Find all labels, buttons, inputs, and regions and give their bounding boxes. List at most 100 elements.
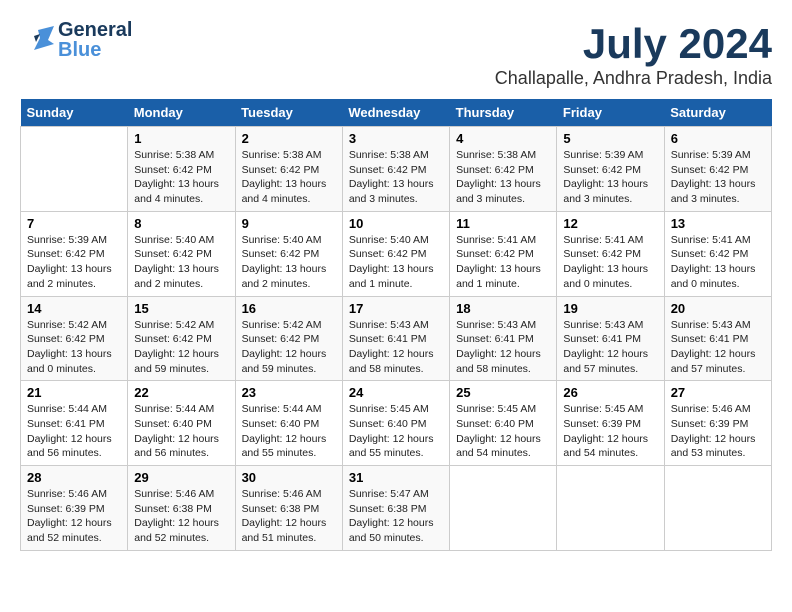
logo: General Blue [20, 20, 132, 60]
location-subtitle: Challapalle, Andhra Pradesh, India [495, 68, 772, 89]
day-number: 21 [27, 385, 121, 400]
day-number: 18 [456, 301, 550, 316]
cell-content: Sunrise: 5:46 AMSunset: 6:39 PMDaylight:… [671, 402, 765, 461]
day-number: 16 [242, 301, 336, 316]
col-header-tuesday: Tuesday [235, 99, 342, 127]
header-row: SundayMondayTuesdayWednesdayThursdayFrid… [21, 99, 772, 127]
col-header-monday: Monday [128, 99, 235, 127]
cell-content: Sunrise: 5:38 AMSunset: 6:42 PMDaylight:… [349, 148, 443, 207]
calendar-cell: 13 Sunrise: 5:41 AMSunset: 6:42 PMDayligh… [664, 211, 771, 296]
calendar-cell: 24 Sunrise: 5:45 AMSunset: 6:40 PMDayligh… [342, 381, 449, 466]
cell-content: Sunrise: 5:45 AMSunset: 6:40 PMDaylight:… [349, 402, 443, 461]
cell-content: Sunrise: 5:39 AMSunset: 6:42 PMDaylight:… [563, 148, 657, 207]
cell-content: Sunrise: 5:38 AMSunset: 6:42 PMDaylight:… [242, 148, 336, 207]
calendar-cell: 23Sunrise: 5:44 AMSunset: 6:40 PMDayligh… [235, 381, 342, 466]
cell-content: Sunrise: 5:38 AMSunset: 6:42 PMDaylight:… [456, 148, 550, 207]
calendar-cell [450, 466, 557, 551]
page-header: General Blue July 2024 Challapalle, Andh… [20, 20, 772, 89]
day-number: 7 [27, 216, 121, 231]
col-header-thursday: Thursday [450, 99, 557, 127]
calendar-cell: 1 Sunrise: 5:38 AMSunset: 6:42 PMDaylight… [128, 127, 235, 212]
day-number: 2 [242, 131, 336, 146]
col-header-saturday: Saturday [664, 99, 771, 127]
calendar-cell: 6 Sunrise: 5:39 AMSunset: 6:42 PMDaylight… [664, 127, 771, 212]
logo-blue: Blue [58, 40, 132, 60]
cell-content: Sunrise: 5:41 AMSunset: 6:42 PMDaylight:… [563, 233, 657, 292]
day-number: 30 [242, 470, 336, 485]
logo-icon [20, 26, 54, 54]
day-number: 1 [134, 131, 228, 146]
week-row-4: 21 Sunrise: 5:44 AMSunset: 6:41 PMDayligh… [21, 381, 772, 466]
calendar-cell: 18 Sunrise: 5:43 AMSunset: 6:41 PMDayligh… [450, 296, 557, 381]
calendar-cell: 31Sunrise: 5:47 AMSunset: 6:38 PMDayligh… [342, 466, 449, 551]
cell-content: Sunrise: 5:42 AMSunset: 6:42 PMDaylight:… [27, 318, 121, 377]
cell-content: Sunrise: 5:45 AMSunset: 6:40 PMDaylight:… [456, 402, 550, 461]
day-number: 8 [134, 216, 228, 231]
calendar-cell: 28 Sunrise: 5:46 AMSunset: 6:39 PMDayligh… [21, 466, 128, 551]
day-number: 27 [671, 385, 765, 400]
calendar-cell: 25 Sunrise: 5:45 AMSunset: 6:40 PMDayligh… [450, 381, 557, 466]
calendar-cell: 3 Sunrise: 5:38 AMSunset: 6:42 PMDaylight… [342, 127, 449, 212]
week-row-2: 7 Sunrise: 5:39 AMSunset: 6:42 PMDaylight… [21, 211, 772, 296]
day-number: 6 [671, 131, 765, 146]
calendar-cell: 26 Sunrise: 5:45 AMSunset: 6:39 PMDayligh… [557, 381, 664, 466]
calendar-cell: 30 Sunrise: 5:46 AMSunset: 6:38 PMDayligh… [235, 466, 342, 551]
day-number: 29 [134, 470, 228, 485]
calendar-table: SundayMondayTuesdayWednesdayThursdayFrid… [20, 99, 772, 551]
calendar-cell: 14 Sunrise: 5:42 AMSunset: 6:42 PMDayligh… [21, 296, 128, 381]
calendar-cell: 2 Sunrise: 5:38 AMSunset: 6:42 PMDaylight… [235, 127, 342, 212]
calendar-cell: 15Sunrise: 5:42 AMSunset: 6:42 PMDayligh… [128, 296, 235, 381]
cell-content: Sunrise: 5:42 AMSunset: 6:42 PMDaylight:… [242, 318, 336, 377]
day-number: 11 [456, 216, 550, 231]
calendar-cell: 11 Sunrise: 5:41 AMSunset: 6:42 PMDayligh… [450, 211, 557, 296]
week-row-5: 28 Sunrise: 5:46 AMSunset: 6:39 PMDayligh… [21, 466, 772, 551]
cell-content: Sunrise: 5:44 AMSunset: 6:40 PMDaylight:… [134, 402, 228, 461]
cell-content: Sunrise: 5:46 AMSunset: 6:39 PMDaylight:… [27, 487, 121, 546]
title-block: July 2024 Challapalle, Andhra Pradesh, I… [495, 20, 772, 89]
cell-content: Sunrise: 5:45 AMSunset: 6:39 PMDaylight:… [563, 402, 657, 461]
calendar-cell [21, 127, 128, 212]
day-number: 17 [349, 301, 443, 316]
day-number: 26 [563, 385, 657, 400]
calendar-cell: 22 Sunrise: 5:44 AMSunset: 6:40 PMDayligh… [128, 381, 235, 466]
week-row-3: 14 Sunrise: 5:42 AMSunset: 6:42 PMDayligh… [21, 296, 772, 381]
cell-content: Sunrise: 5:46 AMSunset: 6:38 PMDaylight:… [242, 487, 336, 546]
day-number: 22 [134, 385, 228, 400]
cell-content: Sunrise: 5:43 AMSunset: 6:41 PMDaylight:… [349, 318, 443, 377]
day-number: 10 [349, 216, 443, 231]
calendar-cell: 8Sunrise: 5:40 AMSunset: 6:42 PMDaylight… [128, 211, 235, 296]
cell-content: Sunrise: 5:43 AMSunset: 6:41 PMDaylight:… [456, 318, 550, 377]
day-number: 25 [456, 385, 550, 400]
cell-content: Sunrise: 5:44 AMSunset: 6:41 PMDaylight:… [27, 402, 121, 461]
day-number: 12 [563, 216, 657, 231]
cell-content: Sunrise: 5:46 AMSunset: 6:38 PMDaylight:… [134, 487, 228, 546]
cell-content: Sunrise: 5:40 AMSunset: 6:42 PMDaylight:… [242, 233, 336, 292]
day-number: 3 [349, 131, 443, 146]
calendar-cell [664, 466, 771, 551]
cell-content: Sunrise: 5:39 AMSunset: 6:42 PMDaylight:… [27, 233, 121, 292]
calendar-cell: 20 Sunrise: 5:43 AMSunset: 6:41 PMDayligh… [664, 296, 771, 381]
logo-general: General [58, 20, 132, 40]
day-number: 20 [671, 301, 765, 316]
day-number: 14 [27, 301, 121, 316]
calendar-cell: 17 Sunrise: 5:43 AMSunset: 6:41 PMDayligh… [342, 296, 449, 381]
day-number: 28 [27, 470, 121, 485]
calendar-cell: 7 Sunrise: 5:39 AMSunset: 6:42 PMDaylight… [21, 211, 128, 296]
calendar-cell: 9Sunrise: 5:40 AMSunset: 6:42 PMDaylight… [235, 211, 342, 296]
day-number: 31 [349, 470, 443, 485]
day-number: 4 [456, 131, 550, 146]
day-number: 5 [563, 131, 657, 146]
calendar-cell: 5 Sunrise: 5:39 AMSunset: 6:42 PMDaylight… [557, 127, 664, 212]
cell-content: Sunrise: 5:41 AMSunset: 6:42 PMDaylight:… [671, 233, 765, 292]
day-number: 19 [563, 301, 657, 316]
cell-content: Sunrise: 5:41 AMSunset: 6:42 PMDaylight:… [456, 233, 550, 292]
calendar-cell: 19Sunrise: 5:43 AMSunset: 6:41 PMDayligh… [557, 296, 664, 381]
cell-content: Sunrise: 5:42 AMSunset: 6:42 PMDaylight:… [134, 318, 228, 377]
day-number: 13 [671, 216, 765, 231]
cell-content: Sunrise: 5:43 AMSunset: 6:41 PMDaylight:… [671, 318, 765, 377]
day-number: 23 [242, 385, 336, 400]
col-header-friday: Friday [557, 99, 664, 127]
day-number: 24 [349, 385, 443, 400]
cell-content: Sunrise: 5:39 AMSunset: 6:42 PMDaylight:… [671, 148, 765, 207]
cell-content: Sunrise: 5:38 AMSunset: 6:42 PMDaylight:… [134, 148, 228, 207]
